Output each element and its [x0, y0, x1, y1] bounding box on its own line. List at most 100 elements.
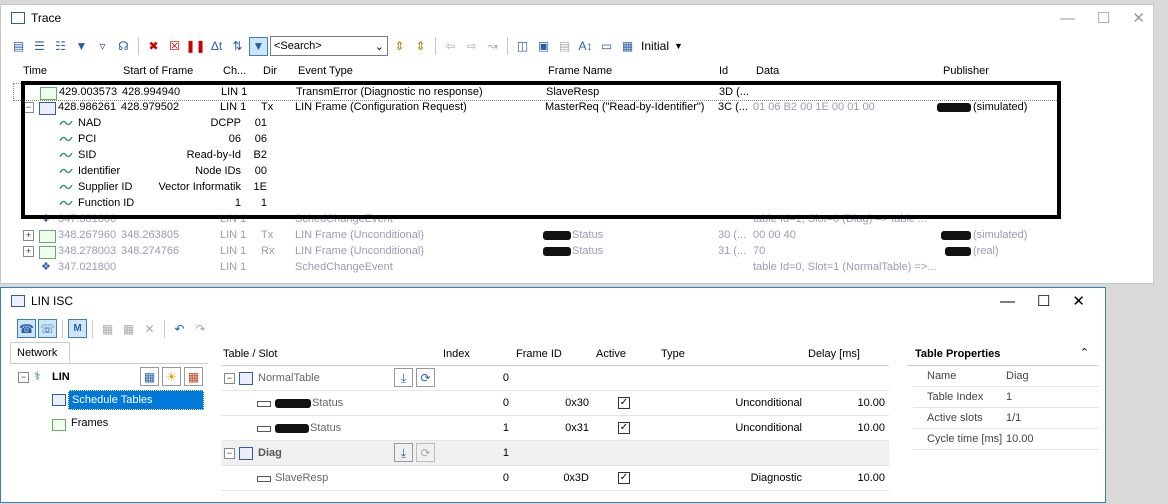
trace-row[interactable]: ❖ 347.381800 LIN 1 SchedChangeEvent tabl… [13, 211, 1057, 227]
collapse-icon[interactable]: − [23, 102, 34, 113]
column-header-frame-id[interactable]: Frame ID [516, 348, 562, 360]
column-header-data[interactable]: Data [756, 65, 779, 77]
download-icon[interactable]: ⤓ [394, 368, 413, 387]
signal-row[interactable]: NAD DCPP 01 [13, 115, 313, 131]
time-mode-icon[interactable]: Δt [207, 37, 226, 56]
signal-row[interactable]: SID Read-by-Id B2 [13, 147, 313, 163]
column-header-event-type[interactable]: Event Type [298, 65, 353, 77]
schedule-table-row[interactable]: − NormalTable ⤓ ⟳ 0 [221, 366, 889, 391]
overwrite-icon[interactable]: ☷ [51, 37, 70, 56]
trace-row[interactable]: ❖ 347.021800 LIN 1 SchedChangeEvent tabl… [13, 259, 1057, 275]
clear-icon[interactable]: ✖ [144, 37, 163, 56]
active-filter-icon[interactable]: ▼ [249, 36, 268, 56]
close-icon[interactable]: ✕ [1132, 9, 1145, 27]
chevron-down-icon[interactable]: ▼ [674, 41, 683, 51]
deactivate-icon[interactable]: ☏ [38, 319, 57, 338]
forward-arrow-icon[interactable]: ⇨ [462, 37, 481, 56]
property-value[interactable]: 1 [1006, 387, 1012, 407]
column-header-delay[interactable]: Delay [ms] [808, 348, 860, 360]
refresh-icon[interactable]: ⟳ [416, 368, 435, 387]
export-icon[interactable]: ▤ [555, 37, 574, 56]
schedule-slot-row[interactable]: SlaveResp 0 0x3D ✓ Diagnostic 10.00 [221, 466, 889, 491]
master-icon[interactable]: M [68, 319, 87, 338]
find-previous-icon[interactable]: ⇕ [390, 37, 409, 56]
find-next-icon[interactable]: ⇕ [411, 37, 430, 56]
expand-icon[interactable]: + [23, 246, 34, 257]
undo-icon[interactable]: ↶ [170, 319, 189, 338]
delete-icon[interactable]: ✕ [140, 319, 159, 338]
column-header-id[interactable]: Id [719, 65, 728, 77]
collapse-icon[interactable]: − [224, 373, 235, 384]
property-value[interactable]: 1/1 [1006, 408, 1021, 428]
sun-icon[interactable]: ☀ [162, 367, 181, 386]
network-settings-icon[interactable]: ▦ [140, 367, 159, 386]
marker-icon[interactable]: ↝ [483, 37, 502, 56]
signal-row[interactable]: Identifier Node IDs 00 [13, 163, 313, 179]
column-header-frame-name[interactable]: Frame Name [548, 65, 612, 77]
trace-row[interactable]: + 348.278003 348.274766 LIN 1 Rx LIN Fra… [13, 243, 1057, 259]
redo-icon[interactable]: ↷ [191, 319, 210, 338]
column-header-publisher[interactable]: Publisher [943, 65, 989, 77]
trace-titlebar[interactable]: Trace — ☐ ✕ [1, 5, 1153, 31]
columns-icon[interactable]: ◫ [513, 37, 532, 56]
layout-icon[interactable]: ▣ [534, 37, 553, 56]
signal-row[interactable]: Function ID 1 1 [13, 195, 313, 211]
font-size-icon[interactable]: A↕ [576, 37, 595, 56]
network-tab[interactable]: Network [10, 342, 70, 363]
add-slot-icon[interactable]: ▦ [119, 319, 138, 338]
add-table-icon[interactable]: ▦ [98, 319, 117, 338]
pause-icon[interactable]: ❚❚ [185, 37, 205, 56]
filter-icon[interactable]: ▼ [72, 37, 91, 56]
expand-icon[interactable]: + [23, 230, 34, 241]
binoculars-icon[interactable]: ☊ [114, 37, 133, 56]
schedule-slot-row[interactable]: Status 1 0x31 ✓ Unconditional 10.00 [221, 416, 889, 441]
schedule-slot-row[interactable]: Status 0 0x30 ✓ Unconditional 10.00 [221, 391, 889, 416]
isc-titlebar[interactable]: LIN ISC — ☐ ✕ [1, 288, 1105, 314]
schedule-icon[interactable]: ▦ [184, 367, 203, 386]
row-index: 0 [502, 372, 509, 384]
search-input[interactable]: <Search> ⌄ [270, 36, 388, 56]
minimize-icon[interactable]: — [1060, 10, 1075, 27]
tree-item-schedule-tables[interactable]: Schedule Tables [68, 390, 204, 410]
collapse-icon[interactable]: − [18, 372, 29, 383]
collapse-icon[interactable]: − [224, 448, 235, 459]
column-header-type[interactable]: Type [661, 348, 685, 360]
maximize-icon[interactable]: ☐ [1097, 9, 1110, 27]
tree-root-label[interactable]: LIN [52, 371, 70, 383]
detail-view-icon[interactable]: ▤ [9, 37, 28, 56]
column-header-start-of-frame[interactable]: Start of Frame [123, 65, 193, 77]
column-header-time[interactable]: Time [23, 65, 47, 77]
close-icon[interactable]: ✕ [1072, 292, 1085, 310]
filter-label[interactable]: Initial [641, 39, 669, 53]
active-checkbox[interactable]: ✓ [618, 472, 630, 484]
chevron-down-icon[interactable]: ⌄ [375, 40, 384, 53]
active-checkbox[interactable]: ✓ [618, 422, 630, 434]
back-arrow-icon[interactable]: ⇦ [441, 37, 460, 56]
chronological-icon[interactable]: ☰ [30, 37, 49, 56]
activate-icon[interactable]: ☎ [17, 319, 36, 338]
sort-icon[interactable]: ⇅ [228, 37, 247, 56]
collapse-panel-icon[interactable]: ⌃ [1080, 346, 1089, 359]
schedule-table-row[interactable]: − Diag ⤓ ⟳ 1 [221, 441, 889, 466]
property-value[interactable]: Diag [1006, 366, 1029, 386]
column-header-index[interactable]: Index [443, 348, 470, 360]
column-header-active[interactable]: Active [596, 348, 626, 360]
column-header-slot[interactable]: Table / Slot [223, 348, 277, 360]
trace-row[interactable]: − 428.986261 428.979502 LIN 1 Tx LIN Fra… [13, 99, 1057, 115]
minimize-icon[interactable]: — [1000, 293, 1015, 310]
signal-row[interactable]: PCI 06 06 [13, 131, 313, 147]
column-header-channel[interactable]: Ch... [223, 65, 246, 77]
filter-layout-icon[interactable]: ▦ [618, 37, 637, 56]
column-header-dir[interactable]: Dir [263, 65, 277, 77]
tree-item-frames[interactable]: Frames [71, 417, 108, 429]
color-icon[interactable]: ▭ [597, 37, 616, 56]
download-icon[interactable]: ⤓ [394, 443, 413, 462]
signal-row[interactable]: Supplier ID Vector Informatik 1E [13, 179, 313, 195]
clear-filter-icon[interactable]: ☒ [165, 37, 184, 56]
filter-edit-icon[interactable]: ▿ [93, 37, 112, 56]
trace-row[interactable]: + 348.267960 348.263805 LIN 1 Tx LIN Fra… [13, 227, 1057, 243]
refresh-icon[interactable]: ⟳ [416, 443, 435, 462]
maximize-icon[interactable]: ☐ [1037, 292, 1050, 310]
property-value[interactable]: 10.00 [1006, 429, 1034, 449]
active-checkbox[interactable]: ✓ [618, 397, 630, 409]
